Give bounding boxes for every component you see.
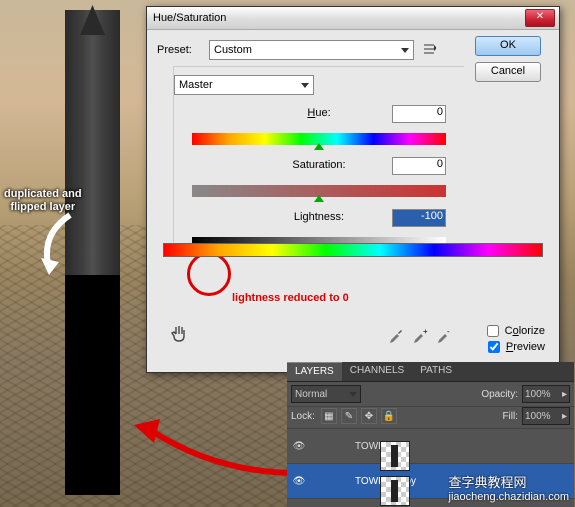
fill-input[interactable]: 100% ▸ (522, 407, 570, 425)
cancel-button[interactable]: Cancel (475, 62, 541, 82)
hue-range-strip (163, 243, 543, 257)
chevron-down-icon (401, 48, 409, 53)
svg-text:+: + (423, 327, 428, 336)
lock-label: Lock: (291, 411, 317, 422)
dialog-titlebar[interactable]: Hue/Saturation ✕ (147, 7, 559, 30)
lock-all-icon[interactable]: 🔒 (381, 408, 397, 424)
hue-slider[interactable] (192, 133, 446, 145)
visibility-eye-icon[interactable]: 👁 (287, 476, 311, 487)
fill-value: 100% (525, 411, 551, 422)
hand-tool-icon[interactable] (169, 324, 189, 344)
arrow-red-icon (130, 415, 310, 485)
preset-label: Preset: (157, 44, 209, 56)
channel-dropdown[interactable]: Master (174, 75, 314, 95)
lightness-input[interactable]: -100 (392, 209, 446, 227)
fill-label: Fill: (502, 411, 518, 422)
preview-check-input[interactable] (488, 341, 500, 353)
chevron-right-icon: ▸ (562, 389, 567, 400)
colorize-label: Colorize (505, 325, 545, 337)
saturation-input[interactable]: 0 (392, 157, 446, 175)
opacity-input[interactable]: 100% ▸ (522, 385, 570, 403)
dialog-title: Hue/Saturation (153, 12, 226, 24)
preset-menu-icon[interactable] (420, 44, 440, 57)
tower-shadow-flipped (65, 275, 120, 495)
visibility-eye-icon[interactable]: 👁 (287, 441, 311, 452)
blend-mode-dropdown[interactable]: Normal (291, 385, 361, 403)
watermark-url: jiaocheng.chazidian.com (449, 491, 569, 503)
close-button[interactable]: ✕ (525, 9, 555, 27)
layer-row[interactable]: 👁 TOWER (287, 429, 574, 464)
eyedropper-icon[interactable] (387, 326, 405, 344)
opacity-value: 100% (525, 389, 551, 400)
anno-line1: duplicated and (4, 188, 82, 200)
lock-transparency-icon[interactable]: ▦ (321, 408, 337, 424)
circle-annotation (187, 252, 231, 296)
opacity-label: Opacity: (481, 389, 518, 400)
hue-saturation-dialog: Hue/Saturation ✕ Preset: Custom OK Cance… (146, 6, 560, 373)
preset-dropdown[interactable]: Custom (209, 40, 414, 60)
tab-channels[interactable]: CHANNELS (342, 362, 412, 381)
tab-layers[interactable]: LAYERS (287, 362, 342, 381)
chevron-down-icon (349, 392, 357, 397)
colorize-check-input[interactable] (487, 325, 499, 337)
arrow-curved-icon (35, 210, 75, 280)
watermark: 查字典教程网 jiaocheng.chazidian.com (449, 472, 569, 503)
chevron-down-icon (301, 83, 309, 88)
channel-value: Master (179, 79, 213, 91)
tab-paths[interactable]: PATHS (412, 362, 460, 381)
preview-checkbox[interactable]: Preview (484, 338, 545, 356)
chevron-right-icon: ▸ (562, 411, 567, 422)
eyedropper-subtract-icon[interactable]: - (435, 326, 453, 344)
slider-thumb-icon[interactable] (314, 143, 324, 150)
svg-text:-: - (447, 327, 450, 336)
lock-position-icon[interactable]: ✥ (361, 408, 377, 424)
preview-label: Preview (506, 341, 545, 353)
saturation-slider[interactable] (192, 185, 446, 197)
layer-thumbnail[interactable] (380, 476, 410, 506)
slider-thumb-icon[interactable] (314, 195, 324, 202)
hue-input[interactable]: 0 (392, 105, 446, 123)
eyedropper-add-icon[interactable]: + (411, 326, 429, 344)
ok-button[interactable]: OK (475, 36, 541, 56)
blend-mode-value: Normal (295, 389, 327, 400)
layer-thumbnail[interactable] (380, 441, 410, 471)
lightness-annotation: lightness reduced to 0 (232, 292, 349, 304)
preset-value: Custom (214, 44, 252, 56)
watermark-cn: 查字典教程网 (449, 472, 569, 491)
lock-pixels-icon[interactable]: ✎ (341, 408, 357, 424)
